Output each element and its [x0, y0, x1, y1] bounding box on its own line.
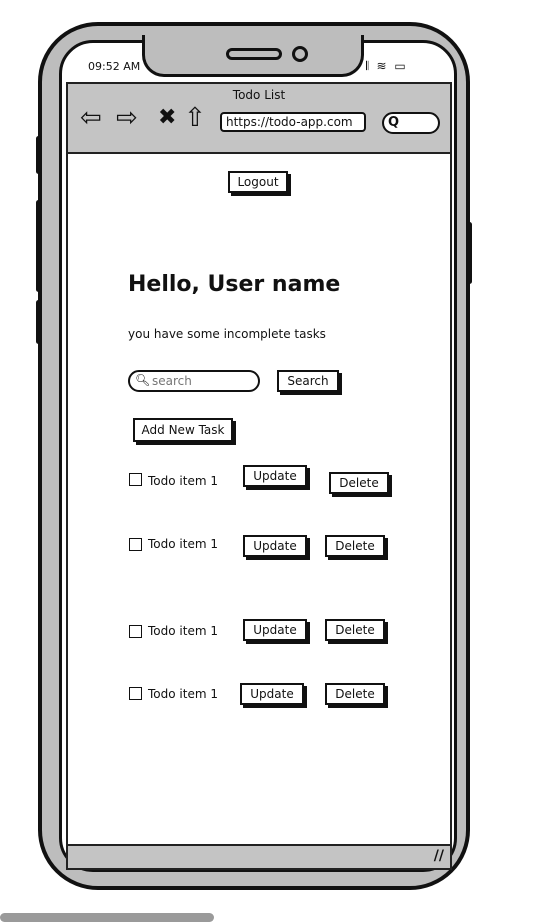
side-button-right — [467, 222, 472, 284]
greeting-heading: Hello, User name — [128, 272, 341, 297]
speaker-icon — [226, 48, 282, 60]
logout-button[interactable]: Logout — [228, 171, 288, 193]
update-button[interactable]: Update — [243, 465, 307, 487]
status-time: 09:52 AM — [88, 60, 141, 73]
subtitle-text: you have some incomplete tasks — [128, 327, 326, 341]
close-icon[interactable]: ✖ — [158, 104, 176, 132]
delete-button[interactable]: Delete — [329, 472, 389, 494]
todo-checkbox[interactable] — [129, 625, 142, 638]
search-button[interactable]: Search — [277, 370, 339, 392]
app-screen — [66, 154, 452, 844]
side-button-left-2 — [36, 200, 41, 292]
resize-handle-icon[interactable]: // — [434, 848, 444, 864]
camera-icon — [292, 46, 308, 62]
delete-button[interactable]: Delete — [325, 619, 385, 641]
add-new-task-button[interactable]: Add New Task — [133, 418, 233, 442]
search-icon: Q — [388, 115, 400, 130]
browser-title: Todo List — [232, 88, 286, 102]
delete-button[interactable]: Delete — [325, 535, 385, 557]
update-button[interactable]: Update — [243, 619, 307, 641]
forward-arrow-icon[interactable]: ⇨ — [116, 104, 138, 132]
side-button-left-1 — [36, 136, 41, 174]
todo-checkbox[interactable] — [129, 687, 142, 700]
back-arrow-icon[interactable]: ⇦ — [80, 104, 102, 132]
search-input-field[interactable] — [150, 373, 254, 389]
todo-label: Todo item 1 — [148, 474, 218, 488]
browser-search-field[interactable]: Q — [382, 112, 440, 134]
browser-footer: // — [66, 844, 452, 870]
update-button[interactable]: Update — [243, 535, 307, 557]
todo-checkbox[interactable] — [129, 538, 142, 551]
todo-checkbox[interactable] — [129, 473, 142, 486]
status-icons: 𝄃 ≋ ▭ — [366, 59, 408, 73]
search-input[interactable]: 🔍︎ — [128, 370, 260, 392]
browser-toolbar: Todo List ⇦ ⇨ ✖ ⇧ https://todo-app.com Q — [66, 82, 452, 154]
side-button-left-3 — [36, 300, 41, 344]
horizontal-scrollbar[interactable] — [0, 913, 214, 922]
search-icon: 🔍︎ — [135, 373, 151, 387]
todo-label: Todo item 1 — [148, 624, 218, 638]
todo-label: Todo item 1 — [148, 687, 218, 701]
url-field[interactable]: https://todo-app.com — [220, 112, 366, 132]
update-button[interactable]: Update — [240, 683, 304, 705]
home-icon[interactable]: ⇧ — [184, 104, 206, 132]
delete-button[interactable]: Delete — [325, 683, 385, 705]
todo-label: Todo item 1 — [148, 537, 218, 551]
